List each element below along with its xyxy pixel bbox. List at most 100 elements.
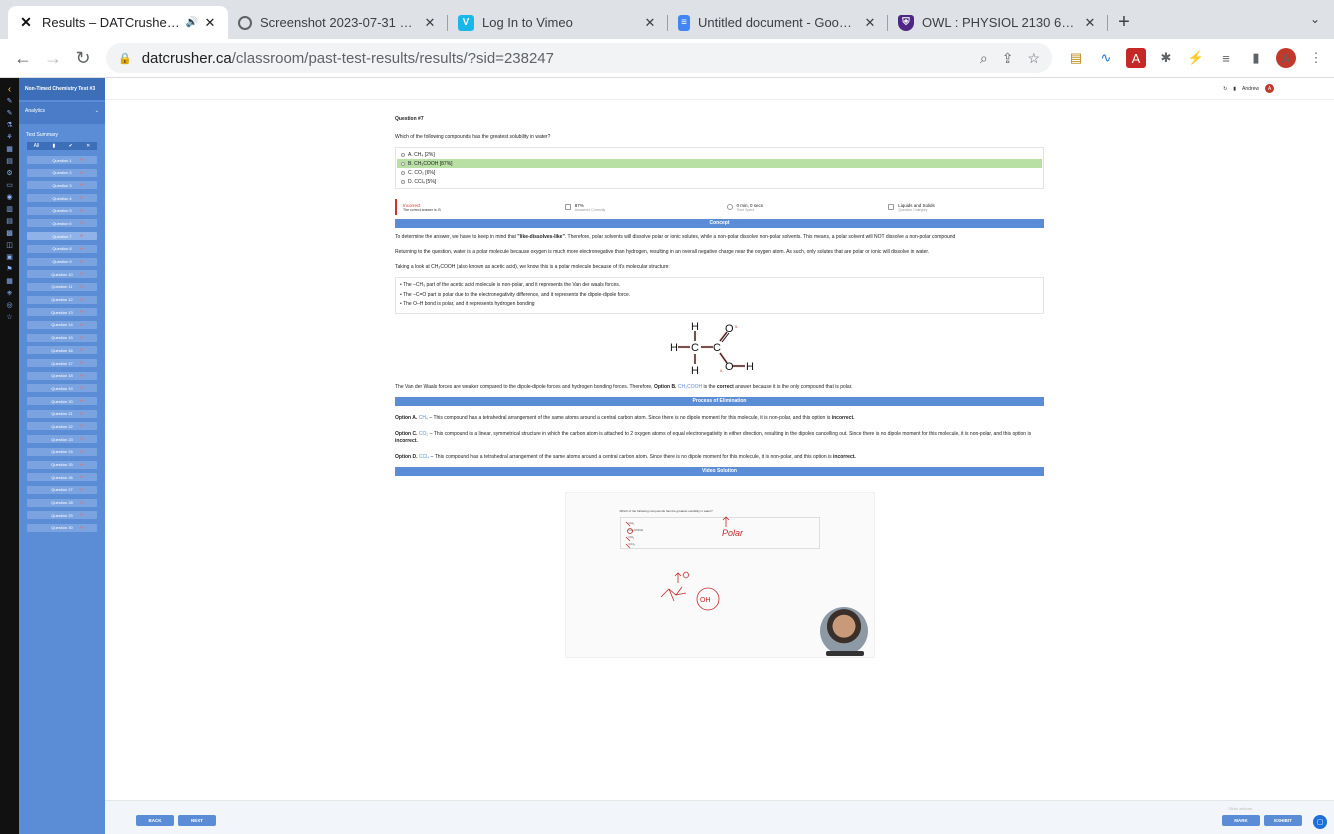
- sidebar-question-11[interactable]: Question 11 ●: [27, 282, 97, 291]
- webcam-controls[interactable]: [825, 650, 864, 656]
- rail-tool-icon[interactable]: ▩: [6, 230, 13, 238]
- sidebar-question-10[interactable]: Question 10 ●: [27, 270, 97, 279]
- sidebar-question-3[interactable]: Question 3 ●: [27, 181, 97, 190]
- sidebar-question-5[interactable]: Question 5 ●: [27, 206, 97, 215]
- user-name[interactable]: Andrew: [1242, 86, 1259, 92]
- browser-tab[interactable]: ≡ Untitled document - Google Do ✕: [668, 6, 888, 39]
- rail-tool-icon[interactable]: ☆: [6, 314, 12, 322]
- lightning-extension-icon[interactable]: ⚡: [1186, 48, 1206, 68]
- close-tab-icon[interactable]: ✕: [202, 15, 218, 31]
- sidebar-question-17[interactable]: Question 17 ●: [27, 359, 97, 367]
- browser-tab[interactable]: ⛨ OWL : PHYSIOL 2130 650 SU2 ✕: [888, 6, 1108, 39]
- filter-all[interactable]: All: [34, 143, 40, 149]
- rail-tool-icon[interactable]: ▥: [6, 206, 13, 214]
- close-tab-icon[interactable]: ✕: [1082, 15, 1098, 31]
- sidebar-question-30[interactable]: Question 30 ●: [27, 523, 97, 532]
- rail-tool-icon[interactable]: ⚙: [6, 170, 12, 178]
- next-button[interactable]: NEXT: [178, 815, 216, 826]
- sidebar-question-15[interactable]: Question 15 ●: [27, 333, 97, 342]
- back-button[interactable]: BACK: [136, 815, 174, 826]
- rail-tool-icon[interactable]: ⎈: [7, 290, 13, 298]
- close-tab-icon[interactable]: ✕: [642, 15, 658, 31]
- answer-choice[interactable]: A. CH₄ [2%]: [397, 150, 1042, 159]
- new-tab-button[interactable]: +: [1108, 6, 1140, 39]
- sidebar-question-16[interactable]: Question 16 ●: [27, 346, 97, 355]
- browser-tab[interactable]: ✕ Results – DATCrusher (Can 🔊 ✕: [8, 6, 228, 39]
- close-tab-icon[interactable]: ✕: [422, 15, 438, 31]
- answer-choice[interactable]: B. CH₃COOH [87%]: [397, 159, 1042, 168]
- answer-choice[interactable]: D. CCl₄ [5%]: [397, 177, 1042, 186]
- bookmark-star-icon[interactable]: ☆: [1027, 50, 1040, 67]
- rail-tool-icon[interactable]: ▦: [6, 278, 13, 286]
- analytics-dropdown[interactable]: Analytics ⌄: [19, 102, 105, 124]
- rail-tool-icon[interactable]: ▤: [6, 158, 13, 166]
- sidebar-question-2[interactable]: Question 2 ●: [27, 168, 97, 177]
- rail-tool-icon[interactable]: ▤: [6, 218, 13, 226]
- lock-icon[interactable]: 🔒: [118, 52, 132, 65]
- rail-tool-icon[interactable]: ✎: [7, 98, 13, 106]
- sidebar-question-4[interactable]: Question 4 ●: [27, 194, 97, 203]
- sidebar-question-14[interactable]: Question 14 ●: [27, 320, 97, 329]
- rail-tool-icon[interactable]: ▣: [6, 254, 13, 262]
- user-avatar[interactable]: A: [1265, 84, 1274, 93]
- mark-button[interactable]: MARK: [1222, 815, 1260, 826]
- sidebar-question-23[interactable]: Question 23 ●: [27, 435, 97, 444]
- sidebar-question-6[interactable]: Question 6 ●: [27, 219, 97, 228]
- profile-avatar[interactable]: A: [1276, 48, 1296, 68]
- sidebar-question-13[interactable]: Question 13 ●: [27, 308, 97, 317]
- waveform-extension-icon[interactable]: ∿: [1096, 48, 1116, 68]
- exhibit-button[interactable]: EXHIBIT: [1264, 815, 1302, 826]
- sidebar-question-1[interactable]: Question 1 ●: [27, 156, 97, 164]
- rail-tool-icon[interactable]: ▭: [6, 182, 13, 190]
- sidebar-question-27[interactable]: Question 27 ●: [27, 485, 97, 494]
- reading-list-icon[interactable]: ≡: [1216, 48, 1236, 68]
- sidebar-question-8[interactable]: Question 8 ●: [27, 244, 97, 253]
- acrobat-extension-icon[interactable]: A: [1126, 48, 1146, 68]
- filter-correct-icon[interactable]: ✔: [69, 143, 73, 149]
- back-arrow-icon[interactable]: ←: [8, 48, 38, 69]
- puzzle-extensions-icon[interactable]: ✱: [1156, 48, 1176, 68]
- sidebar-question-12[interactable]: Question 12 ●: [27, 295, 97, 304]
- sidebar-question-26[interactable]: Question 26 ●: [27, 473, 97, 482]
- sidebar-question-20[interactable]: Question 20 ●: [27, 397, 97, 406]
- speaker-icon[interactable]: 🔊: [186, 17, 198, 28]
- reload-icon[interactable]: ↻: [68, 48, 98, 69]
- rail-tool-icon[interactable]: ⚗: [6, 122, 12, 130]
- side-panel-icon[interactable]: ▮: [1246, 48, 1266, 68]
- browser-tab[interactable]: V Log In to Vimeo ✕: [448, 6, 668, 39]
- sidebar-question-25[interactable]: Question 25 ●: [27, 460, 97, 469]
- filter-incorrect-icon[interactable]: ✕: [86, 143, 90, 149]
- sidebar-question-29[interactable]: Question 29 ●: [27, 511, 97, 520]
- rail-tool-icon[interactable]: ◉: [6, 194, 12, 202]
- chat-bubble-icon[interactable]: ▢: [1313, 815, 1327, 829]
- close-tab-icon[interactable]: ✕: [862, 15, 878, 31]
- sidebar-question-18[interactable]: Question 18 ●: [27, 371, 97, 380]
- answer-choice[interactable]: C. CO₂ [6%]: [397, 168, 1042, 177]
- rail-tool-icon[interactable]: ▦: [6, 146, 13, 154]
- sidebar-question-9[interactable]: Question 9 ●: [27, 257, 97, 266]
- video-player[interactable]: Which of the following compounds has the…: [564, 491, 875, 658]
- bookmark-icon[interactable]: ▮: [1233, 86, 1236, 92]
- rail-tool-icon[interactable]: ⚘: [6, 134, 12, 142]
- browser-tab[interactable]: Screenshot 2023-07-31 at 5.0 ✕: [228, 6, 448, 39]
- address-bar[interactable]: 🔒 datcrusher.ca/classroom/past-test-resu…: [106, 43, 1052, 73]
- rail-tool-icon[interactable]: ✎: [7, 110, 13, 118]
- share-icon[interactable]: ⇪: [1002, 50, 1014, 67]
- rail-tool-icon[interactable]: ⚑: [6, 266, 12, 274]
- rail-tool-icon[interactable]: ◎: [6, 302, 12, 310]
- tab-search-icon[interactable]: ⌄: [1310, 12, 1320, 26]
- rail-tool-icon[interactable]: ◫: [6, 242, 13, 250]
- sidebar-question-24[interactable]: Question 24 ●: [27, 447, 97, 456]
- chrome-menu-icon[interactable]: ⋮: [1306, 48, 1326, 68]
- collapse-chevron-icon[interactable]: ‹: [8, 85, 11, 95]
- filter-marked-icon[interactable]: ▮: [53, 143, 56, 149]
- sidebar-question-7[interactable]: Question 7 ●: [27, 232, 97, 241]
- zoom-icon[interactable]: ⌕: [980, 50, 988, 67]
- refresh-icon[interactable]: ↻: [1223, 86, 1227, 92]
- sidebar-question-19[interactable]: Question 19 ●: [27, 384, 97, 393]
- forward-arrow-icon[interactable]: →: [38, 48, 68, 69]
- sidebar-question-28[interactable]: Question 28 ●: [27, 498, 97, 507]
- sidebar-question-22[interactable]: Question 22 ●: [27, 422, 97, 431]
- sidebar-question-21[interactable]: Question 21 ●: [27, 409, 97, 418]
- calculator-extension-icon[interactable]: ▤: [1066, 48, 1086, 68]
